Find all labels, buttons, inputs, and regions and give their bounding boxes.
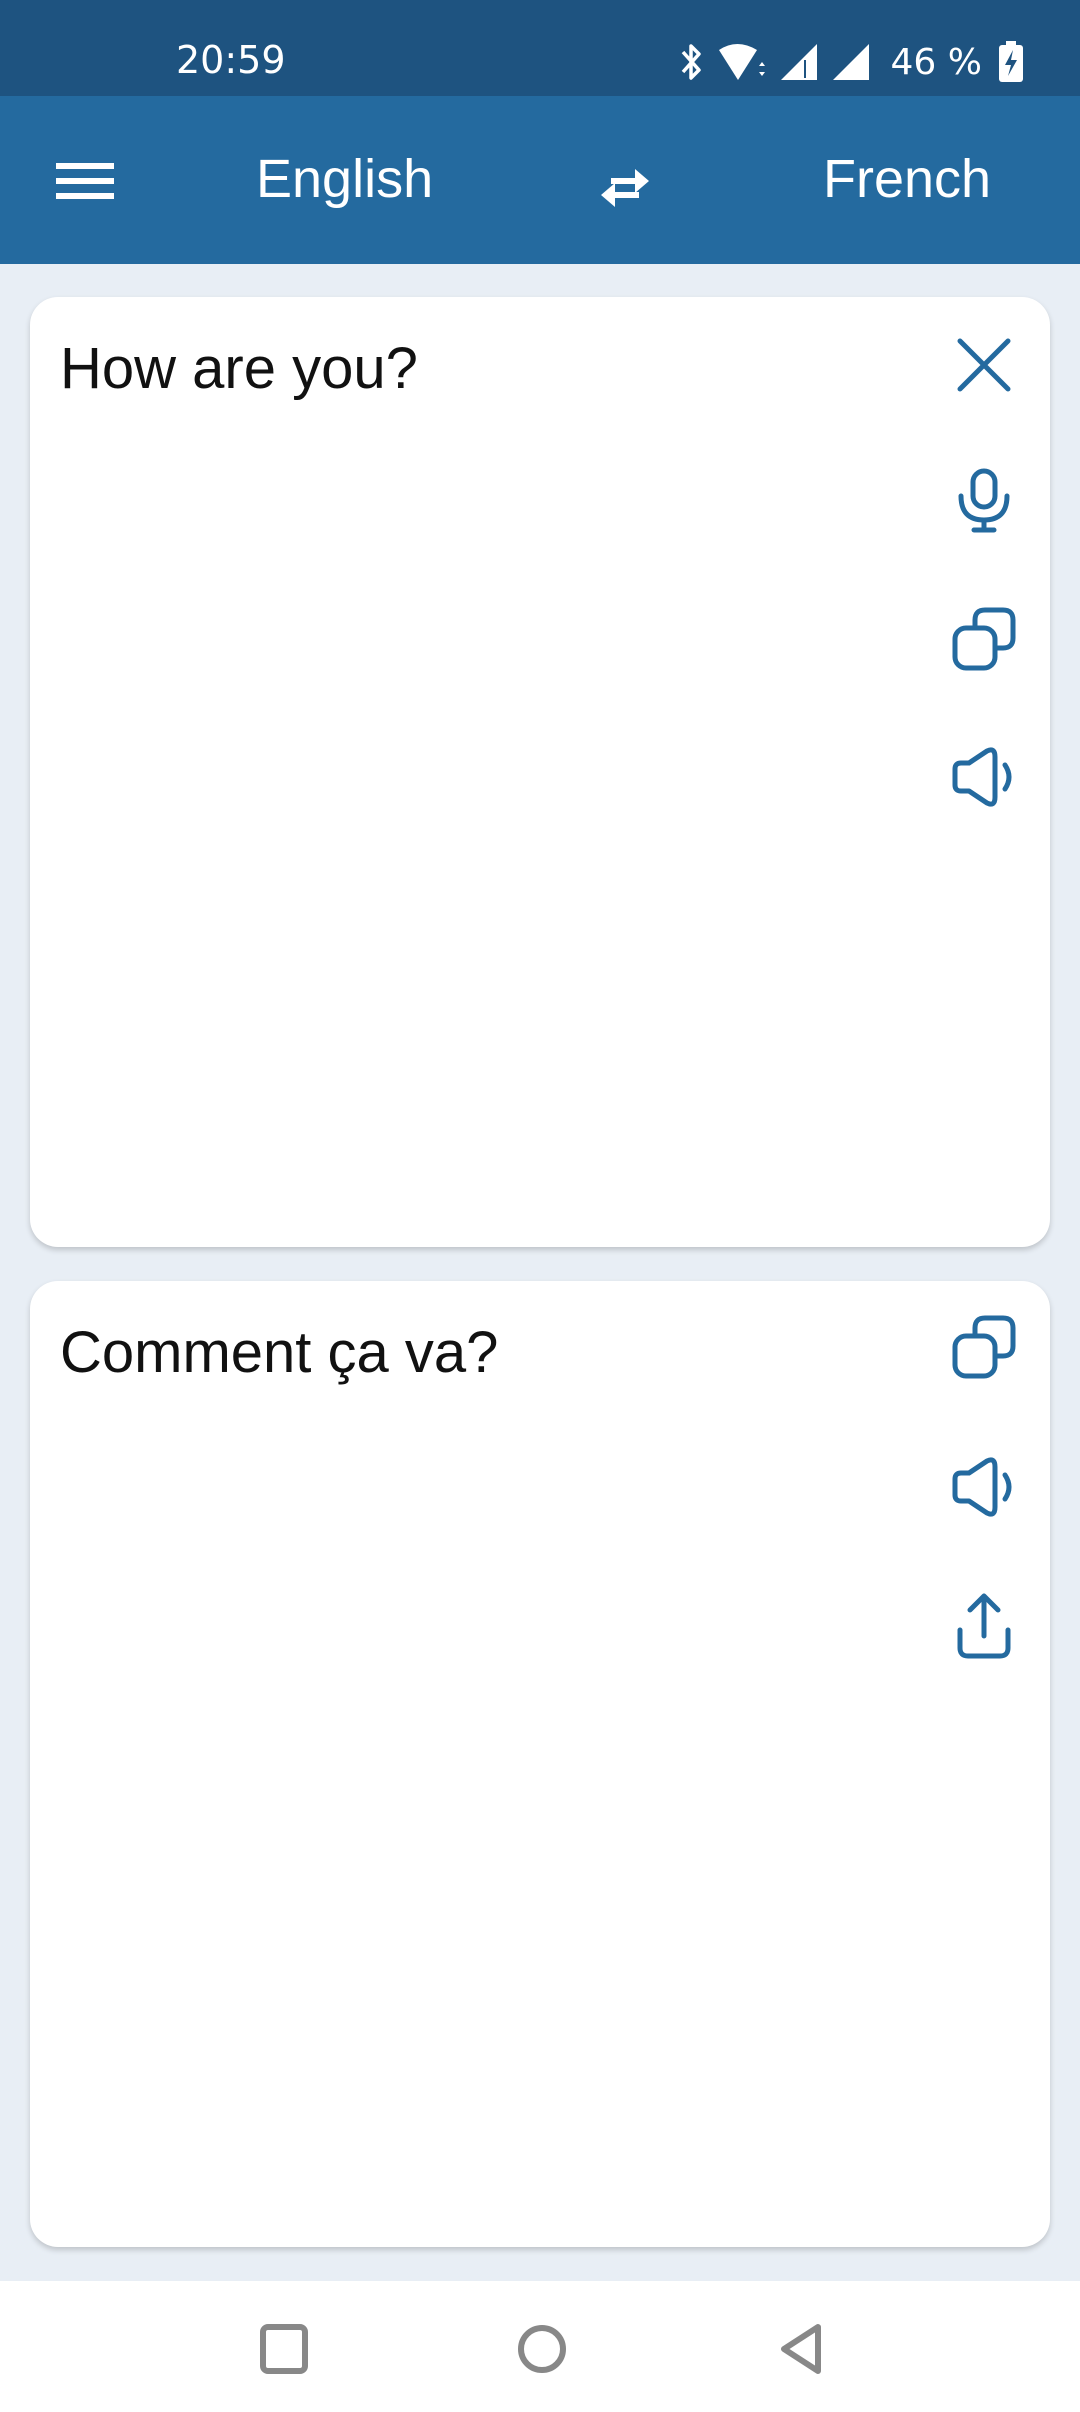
clear-button[interactable] [940,321,1028,409]
speaker-icon [952,1457,1012,1517]
target-language-selector[interactable]: French [823,148,991,210]
speak-translation-button[interactable] [940,1443,1028,1531]
share-button[interactable] [940,1581,1028,1669]
back-button[interactable] [762,2309,842,2389]
home-icon [518,2325,566,2373]
status-time: 20:59 [176,38,286,82]
copy-icon [952,607,1016,671]
status-bar: 20:59 46 % [0,0,1080,96]
recents-icon [260,2324,308,2374]
back-icon [781,2324,821,2374]
recents-button[interactable] [244,2309,324,2389]
swap-languages-button[interactable] [585,148,665,228]
app-bar: English French [0,96,1080,264]
microphone-button[interactable] [940,457,1028,545]
system-nav-bar [0,2281,1080,2412]
source-language-selector[interactable]: English [256,148,433,210]
translation-card: Comment ça va? [30,1281,1050,2247]
battery-charging-icon [999,41,1023,82]
microphone-icon [958,468,1010,533]
source-text-card: How are you? [30,297,1050,1247]
bluetooth-icon [681,44,701,80]
source-text-input[interactable]: How are you? [60,335,940,402]
hamburger-menu-icon [56,163,114,199]
share-icon [957,1593,1011,1659]
signal-icon [832,44,869,80]
copy-icon [952,1315,1016,1379]
menu-button[interactable] [40,146,130,216]
speak-button[interactable] [940,733,1028,821]
clear-icon [957,338,1011,392]
home-button[interactable] [502,2309,582,2389]
status-icons: 46 % [679,36,1024,88]
signal-icon [780,44,817,80]
swap-arrows-icon [601,169,649,207]
battery-percent: 46 % [890,41,982,83]
translated-text: Comment ça va? [60,1320,499,1385]
wifi-icon [718,44,765,80]
copy-button[interactable] [940,595,1028,683]
speaker-icon [952,747,1012,807]
copy-translation-button[interactable] [940,1303,1028,1391]
